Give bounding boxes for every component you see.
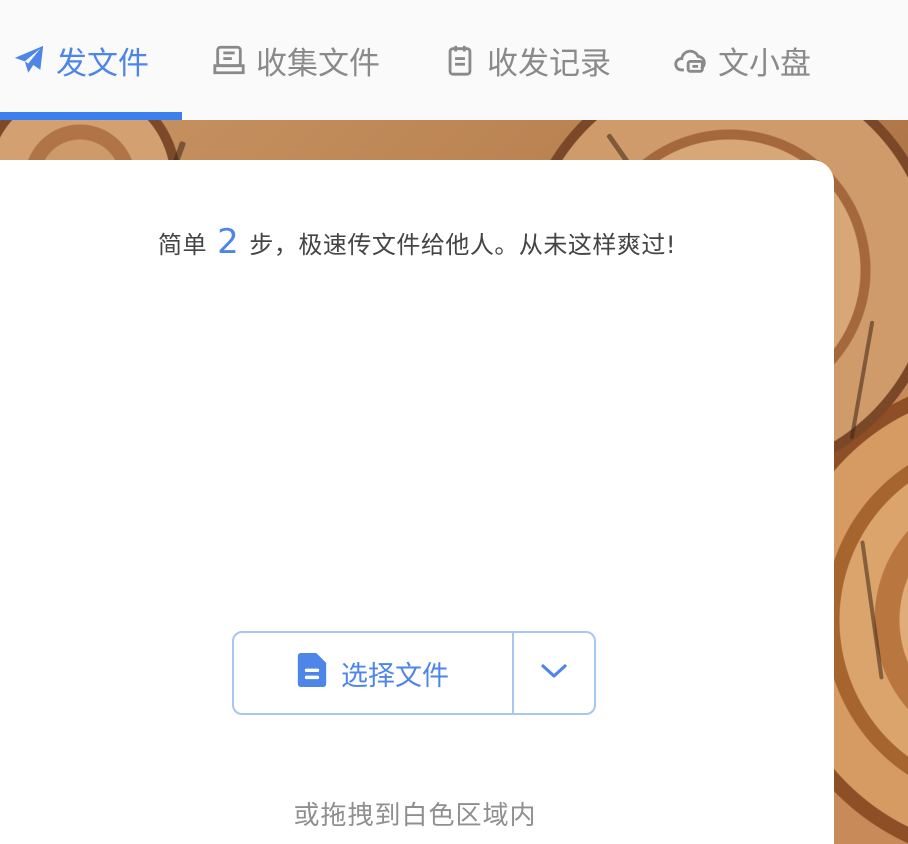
select-file-label: 选择文件 (341, 660, 449, 692)
inbox-icon (212, 43, 246, 77)
document-icon (297, 652, 327, 694)
top-nav: 发文件 收集文件 收发记录 文小盘 (0, 0, 908, 120)
tab-mini-drive[interactable]: 文小盘 (674, 0, 811, 120)
upload-card[interactable] (0, 160, 834, 844)
step-count: 2 (217, 222, 240, 262)
active-tab-indicator (0, 112, 182, 120)
tab-label: 收集文件 (256, 45, 380, 82)
headline: 简单 2 步，极速传文件给他人。从未这样爽过! (0, 222, 834, 262)
tab-collect-files[interactable]: 收集文件 (212, 0, 380, 120)
tab-label: 收发记录 (487, 45, 611, 82)
select-file-button[interactable]: 选择文件 (234, 633, 512, 713)
upload-options-dropdown[interactable] (514, 633, 594, 713)
tab-label: 文小盘 (718, 45, 811, 82)
headline-prefix: 简单 (157, 231, 207, 259)
clipboard-icon (443, 43, 477, 77)
drag-drop-hint: 或拖拽到白色区域内 (293, 801, 537, 831)
tab-label: 发文件 (56, 45, 149, 82)
cloud-drive-icon (674, 43, 708, 77)
select-file-split-button: 选择文件 (232, 631, 596, 715)
tab-send-file[interactable]: 发文件 (12, 0, 149, 120)
paper-plane-icon (12, 43, 46, 77)
headline-suffix: 步，极速传文件给他人。从未这样爽过! (249, 231, 677, 259)
chevron-down-icon (539, 661, 569, 685)
tab-transfer-history[interactable]: 收发记录 (443, 0, 611, 120)
